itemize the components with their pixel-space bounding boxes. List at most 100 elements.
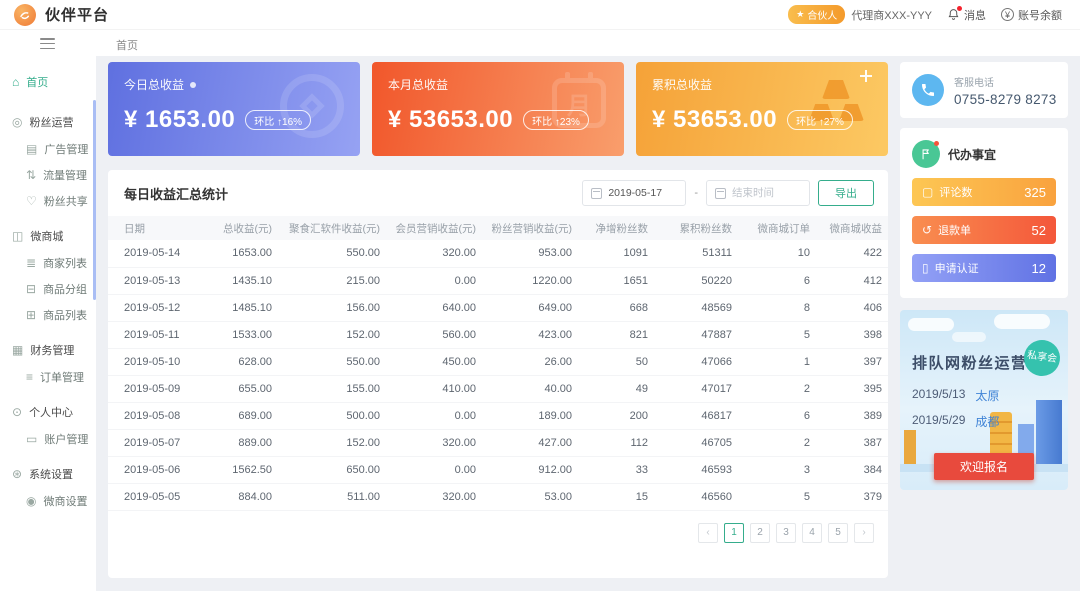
value-cell: 49 [578,375,654,402]
start-date-input[interactable] [608,187,682,199]
partner-badge-label: 合伙人 [807,7,837,22]
value-cell: 50 [578,348,654,375]
sidebar-group[interactable]: ⊛系统设置 [0,457,96,488]
sidebar-toggle-button[interactable] [40,38,55,49]
stat-card-title-text: 今日总收益 [124,76,184,93]
table-row: 2019-05-07889.00152.00320.00427.00112467… [108,429,888,456]
column-header: 微商城收益 [816,216,888,240]
order-icon: ≡ [26,371,33,383]
sidebar-item[interactable]: ⊟ 商品分组 [0,276,96,302]
sidebar-scrollbar[interactable] [93,100,96,300]
stat-card-value: ¥ 53653.00 [388,106,513,134]
date-cell: 2019-05-13 [108,267,196,294]
messages-button[interactable]: 消息 [947,7,986,23]
sidebar-group[interactable]: ◎粉丝运营 [0,105,96,136]
sidebar-group[interactable]: ▦财务管理 [0,333,96,364]
panel-header: 每日收益汇总统计 - 导出 [108,170,888,216]
todo-card: 代办事宜 ▢评论数325↺退款单52▯申请认证12 [900,128,1068,298]
shop-settings-icon: ◉ [26,495,36,507]
export-button[interactable]: 导出 [818,180,874,206]
end-date-picker[interactable] [706,180,810,206]
todo-alert-dot [934,141,939,146]
sidebar-group[interactable]: ⊙个人中心 [0,395,96,426]
pagination-page[interactable]: 5 [828,523,848,543]
stat-card-compare-badge: 环比 ↑16% [245,110,311,130]
pagination-next[interactable]: › [854,523,874,543]
sidebar-group-label: 微商城 [30,228,63,244]
signup-button[interactable]: 欢迎报名 [934,453,1034,480]
sidebar-item[interactable]: ⊞商品列表 [0,302,96,328]
sidebar-item[interactable]: ◉微商设置 [0,488,96,514]
value-cell: 10 [738,240,816,267]
todo-item[interactable]: ▯申请认证12 [912,254,1056,282]
cloud-shape [994,314,1050,329]
value-cell: 5 [738,321,816,348]
value-cell: 156.00 [278,294,386,321]
table-row: 2019-05-111533.00152.00560.00423.0082147… [108,321,888,348]
value-cell: 215.00 [278,267,386,294]
phone-icon [912,74,944,106]
value-cell: 1653.00 [196,240,278,267]
event-banner[interactable]: 排队网粉丝运营 私享会 2019/5/13太原2019/5/29成都 欢迎报名 [900,310,1068,490]
table-row: 2019-05-061562.50650.000.00912.003346593… [108,456,888,483]
todo-item[interactable]: ↺退款单52 [912,216,1056,244]
sidebar-group-label: 系统设置 [29,466,73,482]
sidebar-item-home[interactable]: ⌂首页 [0,68,96,100]
todo-item[interactable]: ▢评论数325 [912,178,1056,206]
sidebar-item[interactable]: ▭账户管理 [0,426,96,452]
info-dot-icon [190,82,196,88]
value-cell: 406 [816,294,888,321]
product-group-icon: ⊟ [26,283,36,295]
pagination-page[interactable]: 1 [724,523,744,543]
value-cell: 6 [738,267,816,294]
value-cell: 550.00 [278,240,386,267]
sidebar-item[interactable]: ≣商家列表 [0,250,96,276]
end-date-input[interactable] [732,187,806,199]
sidebar-item[interactable]: ▤广告管理 [0,136,96,162]
value-cell: 152.00 [278,429,386,456]
partner-platform-screen: 伙伴平台 ★合伙人 代理商XXX-YYY 消息 ¥ 账号余额 首页 [0,0,1080,591]
messages-label: 消息 [964,7,986,23]
medal-icon: ★ [796,9,804,20]
product-list-icon: ⊞ [26,309,36,321]
sidebar-item[interactable]: ♡粉丝共享 [0,188,96,214]
balance-button[interactable]: ¥ 账号余额 [1001,7,1062,23]
profile-icon: ⊙ [12,406,22,418]
pagination-page[interactable]: 4 [802,523,822,543]
table-row: 2019-05-131435.10215.000.001220.00165150… [108,267,888,294]
value-cell: 46817 [654,402,738,429]
traffic-icon: ⇅ [26,169,36,181]
column-header: 微商城订单 [738,216,816,240]
value-cell: 47887 [654,321,738,348]
finance-icon: ▦ [12,344,23,356]
building-shape [904,430,916,466]
value-cell: 450.00 [386,348,482,375]
sidebar-group[interactable]: ◫微商城 [0,219,96,250]
sidebar-item[interactable]: ≡订单管理 [0,364,96,390]
banner-title: 排队网粉丝运营 [912,352,1028,373]
column-header: 粉丝营销收益(元) [482,216,578,240]
value-cell: 46705 [654,429,738,456]
date-cell: 2019-05-10 [108,348,196,375]
value-cell: 500.00 [278,402,386,429]
event-city: 成都 [975,413,999,430]
stat-card: 今日总收益¥ 1653.00环比 ↑16% [108,62,360,156]
pagination-prev[interactable]: ‹ [698,523,718,543]
value-cell: 412 [816,267,888,294]
sidebar-item[interactable]: ⇅流量管理 [0,162,96,188]
pagination-page[interactable]: 3 [776,523,796,543]
column-header: 日期 [108,216,196,240]
value-cell: 1435.10 [196,267,278,294]
pagination-page[interactable]: 2 [750,523,770,543]
value-cell: 423.00 [482,321,578,348]
start-date-picker[interactable] [582,180,686,206]
value-cell: 48569 [654,294,738,321]
breadcrumb[interactable]: 首页 [116,37,138,53]
sidebar-item-label: 商品分组 [43,281,87,297]
value-cell: 0.00 [386,402,482,429]
share-icon: ♡ [26,195,37,207]
banner-event-list: 2019/5/13太原2019/5/29成都 [912,378,999,430]
value-cell: 320.00 [386,429,482,456]
date-filters: - 导出 [582,180,874,206]
value-cell: 1485.10 [196,294,278,321]
